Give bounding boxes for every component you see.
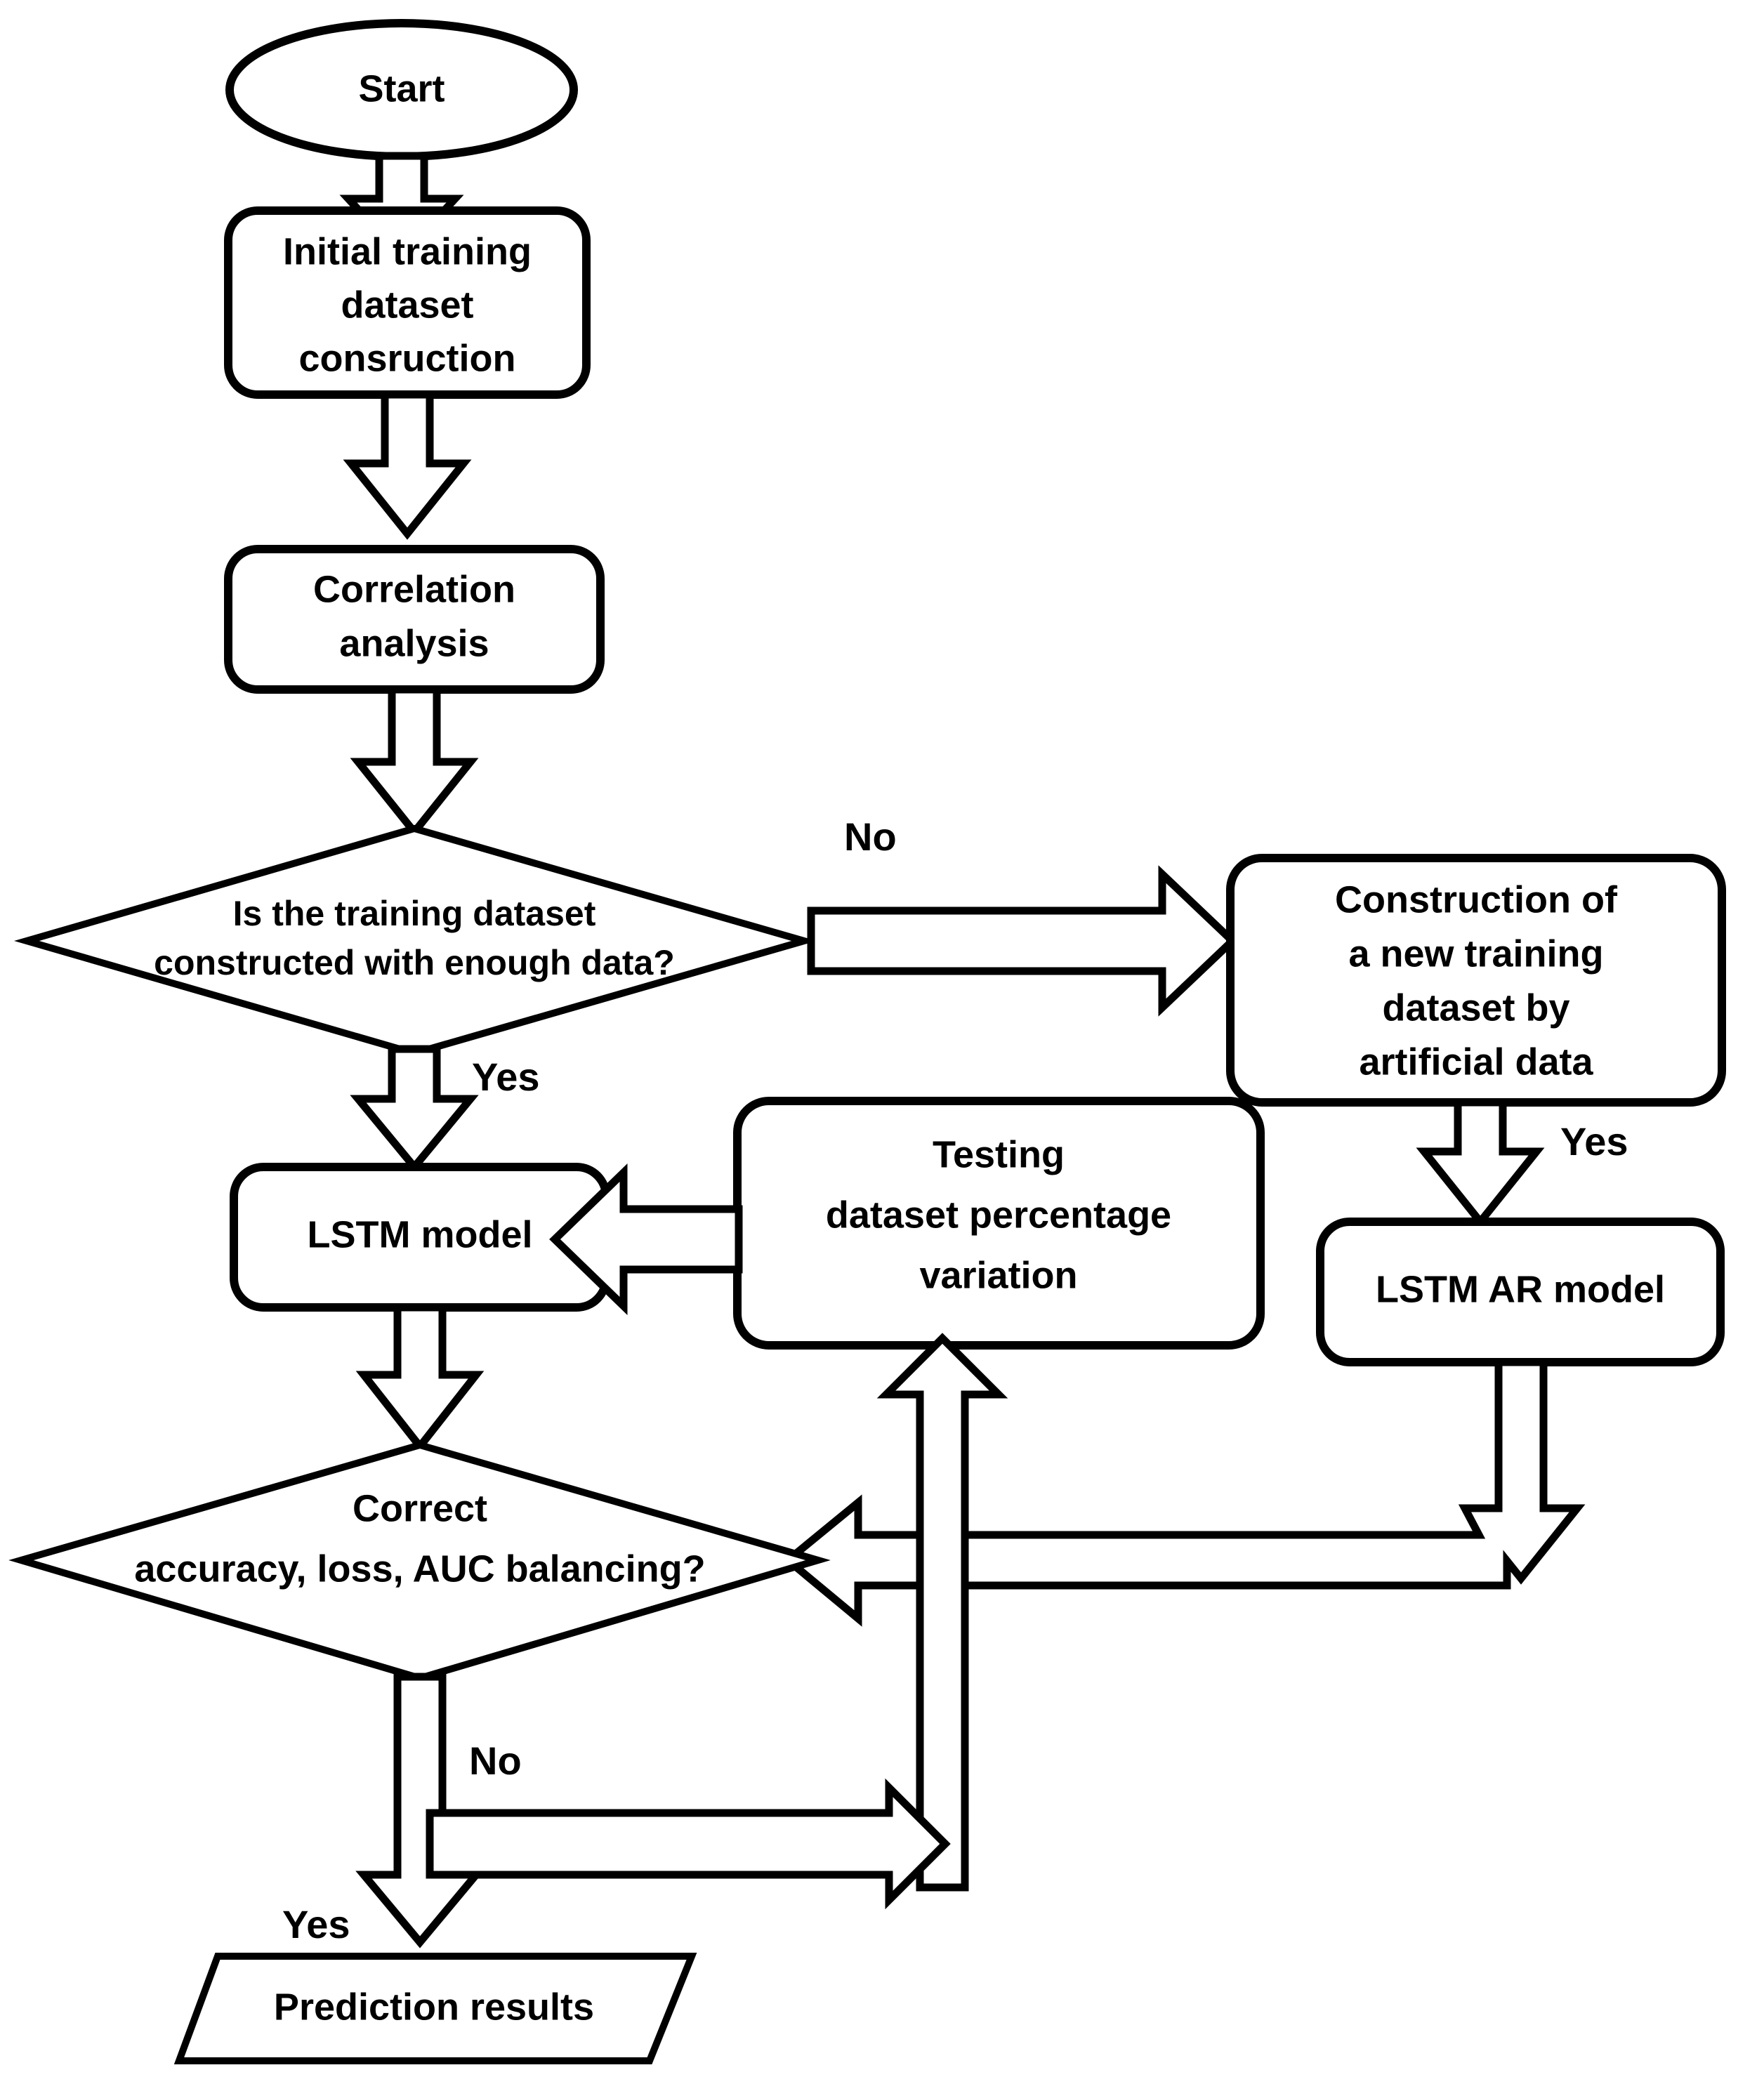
lstm-model-label: LSTM model (308, 1213, 533, 1255)
testing-line2: dataset percentage (826, 1194, 1171, 1236)
node-enough-data-decision[interactable]: Is the training dataset constructed with… (14, 824, 817, 1057)
arrow-decision-to-lstm (350, 1045, 479, 1173)
arrow-artificial-to-lstm-ar (1416, 1098, 1545, 1228)
down-arrow-icon (355, 1303, 485, 1453)
arrow-lstm-to-balance (355, 1303, 485, 1453)
artificial-line2: a new training (1348, 932, 1603, 975)
prediction-results-label: Prediction results (274, 1986, 594, 2028)
edge-label-no-from-balance: No (469, 1739, 522, 1783)
initial-dataset-line2: dataset (341, 284, 473, 326)
edge-label-yes-to-lstm-ar: Yes (1560, 1119, 1628, 1163)
testing-line3: variation (919, 1254, 1077, 1296)
node-lstm-ar-model[interactable]: LSTM AR model (1316, 1218, 1725, 1366)
artificial-line1: Construction of (1335, 878, 1618, 921)
initial-dataset-line3: consruction (298, 337, 515, 379)
node-testing-variation[interactable]: Testing dataset percentage variation (733, 1097, 1265, 1350)
flowchart-canvas: Start Initial training dataset consructi… (0, 0, 1764, 2084)
correlation-line1: Correlation (313, 568, 515, 610)
enough-data-diamond-shape (14, 824, 817, 1057)
testing-line1: Testing (933, 1133, 1065, 1175)
down-arrow-icon (1416, 1098, 1545, 1228)
arrow-initial-to-correlation (343, 390, 472, 540)
node-start[interactable]: Start (225, 19, 578, 161)
artificial-line3: dataset by (1382, 987, 1569, 1029)
balance-line1: Correct (353, 1487, 487, 1529)
node-initial-dataset[interactable]: Initial training dataset consruction (224, 206, 591, 399)
feedback-arrow-icon (782, 1358, 1586, 1627)
balance-line2: accuracy, loss, AUC balancing? (134, 1548, 705, 1590)
down-arrow-icon (350, 1045, 479, 1173)
node-balance-decision[interactable]: Correct accuracy, loss, AUC balancing? (8, 1441, 831, 1682)
arrow-lstm-ar-to-balance (782, 1358, 1586, 1627)
artificial-line4: artificial data (1359, 1041, 1593, 1083)
start-label: Start (358, 67, 445, 110)
lstm-ar-model-label: LSTM AR model (1376, 1268, 1665, 1310)
arrow-decision-to-artificial (807, 865, 1238, 1017)
enough-data-line2: constructed with enough data? (154, 943, 675, 982)
node-correlation-analysis[interactable]: Correlation analysis (224, 545, 605, 694)
node-lstm-model[interactable]: LSTM model (230, 1163, 610, 1312)
node-prediction-results[interactable]: Prediction results (173, 1953, 697, 2064)
edge-label-yes-to-prediction: Yes (282, 1902, 350, 1946)
arrow-correlation-to-decision (350, 685, 479, 838)
correlation-line2: analysis (339, 622, 489, 664)
node-artificial-construction[interactable]: Construction of a new training dataset b… (1226, 854, 1726, 1107)
flowchart-svg: Start Initial training dataset consructi… (8, 19, 1726, 2064)
enough-data-line1: Is the training dataset (233, 894, 596, 933)
down-arrow-icon (343, 390, 472, 540)
edge-label-no-to-artificial: No (844, 815, 897, 859)
down-arrow-icon (350, 685, 479, 838)
right-arrow-icon (807, 865, 1238, 1017)
edge-label-yes-to-lstm: Yes (472, 1055, 540, 1099)
initial-dataset-line1: Initial training (283, 230, 532, 272)
